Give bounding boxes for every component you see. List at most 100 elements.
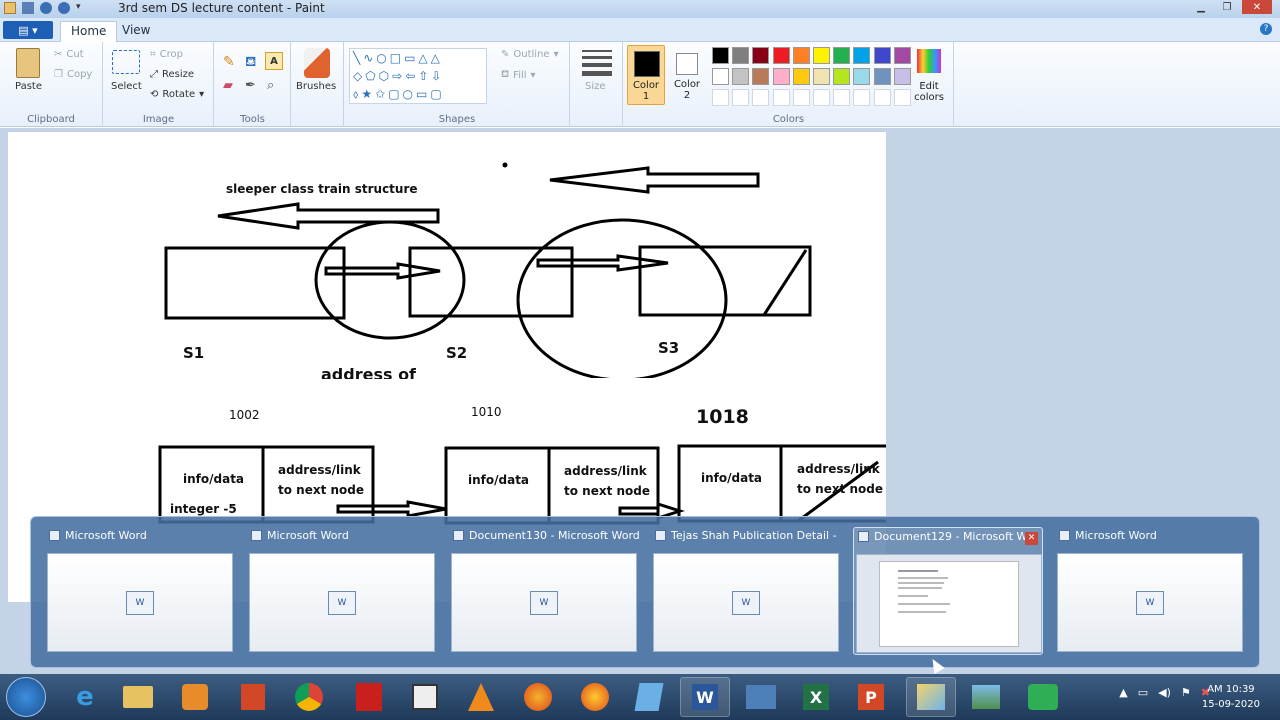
palette-swatch[interactable] — [712, 68, 729, 85]
show-hidden-icons[interactable]: ▲ — [1119, 686, 1127, 699]
color-picker-icon[interactable]: ✒ — [245, 78, 256, 93]
select-button[interactable]: Select — [111, 81, 142, 92]
tab-view[interactable]: View — [112, 21, 160, 42]
vlc-icon[interactable] — [456, 677, 506, 717]
internet-explorer-icon[interactable]: e — [60, 677, 110, 717]
media-player-icon[interactable] — [170, 677, 220, 717]
maximize-button[interactable]: ❐ — [1216, 0, 1238, 14]
palette-swatch[interactable] — [732, 47, 750, 64]
file-explorer-icon[interactable] — [113, 677, 163, 717]
color2-button[interactable]: Color 2 — [668, 45, 706, 105]
calendar-app-icon[interactable] — [400, 677, 450, 717]
thumbnail-word-1[interactable]: Microsoft Word W — [45, 527, 235, 655]
palette-swatch[interactable] — [893, 47, 911, 64]
thumbnail-document129[interactable]: Document129 - Microsoft W... ✕ — [853, 527, 1043, 655]
palette-swatch[interactable] — [732, 89, 750, 106]
palette-swatch[interactable] — [712, 89, 729, 106]
palette-swatch[interactable] — [893, 68, 911, 85]
palette-swatch[interactable] — [792, 68, 810, 85]
resize-button[interactable]: ⤢ Resize — [150, 69, 194, 80]
size-lines-icon[interactable] — [582, 50, 612, 76]
action-center-icon[interactable]: ⚑ — [1181, 686, 1191, 699]
word-taskbar-icon[interactable]: W — [680, 677, 730, 717]
thumbnail-word-2[interactable]: Microsoft Word W — [247, 527, 437, 655]
fill-button[interactable]: ⛾ Fill ▾ — [501, 69, 536, 82]
minimize-button[interactable]: ▁ — [1190, 0, 1212, 14]
help-icon[interactable]: ? — [1260, 23, 1272, 35]
edit-colors-icon[interactable] — [917, 49, 941, 73]
tab-home[interactable]: Home — [60, 21, 118, 42]
palette-swatch[interactable] — [792, 89, 810, 106]
chrome-icon[interactable] — [284, 677, 334, 717]
volume-icon[interactable]: ◀) — [1158, 686, 1171, 699]
thumbnail-close-button[interactable]: ✕ — [1025, 532, 1038, 545]
firefox-icon-1[interactable] — [513, 677, 563, 717]
color1-button[interactable]: Color 1 — [627, 45, 665, 105]
palette-swatch[interactable] — [873, 68, 891, 85]
palette-swatch[interactable] — [772, 68, 790, 85]
palette-swatch[interactable] — [813, 68, 830, 85]
powerpoint-icon[interactable]: P — [846, 677, 896, 717]
cut-button[interactable]: ✂ Cut — [54, 49, 84, 60]
palette-swatch[interactable] — [813, 89, 830, 106]
palette-swatch[interactable] — [853, 89, 871, 106]
ms-office-icon[interactable] — [228, 677, 278, 717]
close-button[interactable]: ✕ — [1242, 0, 1272, 14]
network-icon[interactable]: ▭ — [1138, 686, 1148, 699]
shapes-gallery[interactable]: ╲∿○□▭△△ ◇⬠⬡⇨⇦⇧⇩ ⬨★✩▢○▭▢ — [349, 48, 487, 104]
size-button[interactable]: Size — [585, 81, 606, 92]
text-tool-icon[interactable]: A — [265, 52, 283, 70]
firefox-icon-2[interactable] — [570, 677, 620, 717]
palette-swatch[interactable] — [792, 47, 810, 64]
document-app-icon[interactable] — [624, 677, 674, 717]
copy-button[interactable]: ❐ Copy — [54, 69, 92, 80]
palette-swatch[interactable] — [873, 89, 891, 106]
palette-swatch[interactable] — [833, 89, 851, 106]
paint-taskbar-icon[interactable] — [906, 677, 956, 717]
edit-colors-button[interactable]: Edit colors — [911, 81, 947, 103]
redo-icon[interactable] — [58, 2, 70, 14]
clock[interactable]: AM 10:39 15-09-2020 — [1202, 682, 1260, 712]
eraser-icon[interactable]: ▰ — [223, 78, 233, 93]
rotate-button[interactable]: ⟲ Rotate ▾ — [150, 89, 204, 100]
palette-swatch[interactable] — [772, 89, 790, 106]
outline-button[interactable]: ✎ Outline ▾ — [501, 49, 559, 60]
palette-swatch[interactable] — [732, 68, 750, 85]
thumbnail-document130[interactable]: Document130 - Microsoft Word W — [449, 527, 639, 655]
palette-swatch[interactable] — [712, 47, 729, 64]
acrobat-icon[interactable] — [344, 677, 394, 717]
brushes-button[interactable]: Brushes — [296, 81, 336, 92]
select-icon[interactable] — [112, 50, 140, 74]
palette-swatch[interactable] — [752, 68, 770, 85]
palette-swatch[interactable] — [853, 68, 871, 85]
paint-menu-button[interactable]: ▤ ▾ — [3, 21, 53, 39]
magnifier-icon[interactable]: ⌕ — [267, 78, 274, 93]
palette-swatch[interactable] — [833, 68, 851, 85]
thumbnail-tejas-shah[interactable]: Tejas Shah Publication Detail - ... W — [651, 527, 841, 655]
thumbnail-word-3[interactable]: Microsoft Word W — [1055, 527, 1245, 655]
cloud-download-icon[interactable] — [1018, 677, 1068, 717]
palette-swatch[interactable] — [813, 47, 830, 64]
palette-swatch[interactable] — [833, 47, 851, 64]
brush-icon[interactable] — [304, 48, 330, 78]
start-button[interactable] — [6, 677, 46, 717]
paste-button[interactable]: Paste — [15, 81, 42, 92]
presentation-icon[interactable] — [736, 677, 786, 717]
photo-viewer-icon[interactable] — [961, 677, 1011, 717]
paste-icon[interactable] — [16, 48, 40, 78]
palette-swatch[interactable] — [752, 89, 770, 106]
customize-qat-icon[interactable]: ▾ — [76, 2, 88, 14]
fill-bucket-icon[interactable]: ⛾ — [245, 54, 256, 72]
palette-swatch[interactable] — [893, 89, 911, 106]
paint-app-icon[interactable] — [4, 2, 16, 14]
thumbnail-preview: W — [47, 553, 233, 652]
save-icon[interactable] — [22, 2, 34, 14]
palette-swatch[interactable] — [752, 47, 770, 64]
palette-swatch[interactable] — [873, 47, 891, 64]
palette-swatch[interactable] — [853, 47, 871, 64]
palette-swatch[interactable] — [772, 47, 790, 64]
crop-button[interactable]: ⌗ Crop — [150, 49, 183, 60]
pencil-icon[interactable]: ✎ — [223, 54, 235, 70]
excel-icon[interactable]: X — [791, 677, 841, 717]
undo-icon[interactable] — [40, 2, 52, 14]
